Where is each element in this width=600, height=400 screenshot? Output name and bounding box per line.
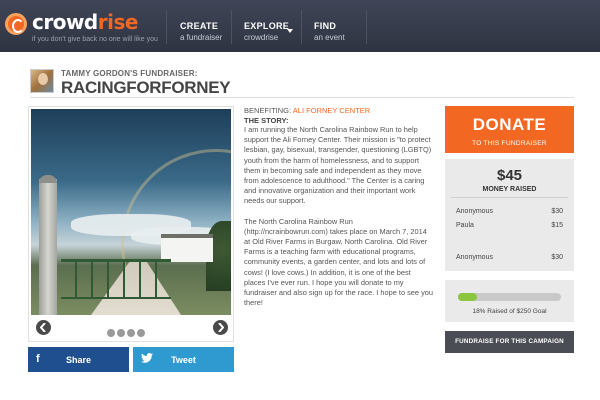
nav-divider	[231, 10, 232, 44]
logo-icon	[5, 13, 27, 35]
nav-explore-title: EXPLORE	[244, 21, 290, 31]
logo-tagline: if you don't give back no one will like …	[32, 36, 158, 43]
donor-name: Paula	[456, 222, 474, 229]
top-navigation-bar: crowdrise if you don't give back no one …	[0, 0, 600, 52]
nav-divider	[366, 10, 367, 44]
goal-progress-fill	[458, 293, 477, 301]
raised-label: MONEY RAISED	[482, 186, 537, 193]
title-divider	[30, 97, 574, 98]
donor-row: Anonymous $30	[456, 208, 563, 215]
slider-controls	[31, 316, 231, 341]
fundraiser-avatar[interactable]	[30, 69, 54, 93]
donor-name: Anonymous	[456, 208, 493, 215]
goal-progress-bar	[458, 293, 561, 301]
twitter-tweet-button[interactable]: Tweet	[133, 347, 234, 372]
slider-dot[interactable]	[137, 329, 145, 337]
fundraise-for-campaign-button[interactable]: FUNDRAISE FOR THIS CAMPAIGN	[445, 331, 574, 353]
photo-slider	[28, 106, 234, 342]
nav-divider	[166, 10, 167, 44]
story-heading: THE STORY:	[244, 116, 289, 125]
slider-dot[interactable]	[107, 329, 115, 337]
chevron-right-icon[interactable]	[213, 320, 228, 335]
donor-amount: $30	[551, 254, 563, 261]
donor-name: Anonymous	[456, 254, 493, 261]
logo-wordmark: crowdrise	[32, 10, 138, 34]
page-title: RACINGFORFORNEY	[61, 78, 231, 97]
nav-divider	[301, 10, 302, 44]
beneficiary-link[interactable]: ALI FORNEY CENTER	[293, 106, 370, 115]
fundraiser-owner-label: TAMMY GORDON'S FUNDRAISER:	[61, 69, 198, 78]
donor-row: Anonymous $30	[456, 254, 563, 261]
nav-create-fundraiser[interactable]: CREATE a fundraiser	[180, 0, 222, 52]
nav-create-subtitle: a fundraiser	[180, 33, 223, 42]
photo-barn	[161, 234, 213, 262]
story-paragraph: The North Carolina Rainbow Run (http://n…	[244, 216, 433, 308]
facebook-share-button[interactable]: f Share	[28, 347, 129, 372]
nav-explore-subtitle: crowdrise	[244, 33, 279, 42]
fundraiser-photo[interactable]	[31, 109, 231, 315]
facebook-share-label: Share	[65, 355, 91, 365]
dropdown-caret-icon	[287, 29, 293, 33]
donor-amount: $15	[551, 222, 563, 229]
story-body: I am running the North Carolina Rainbow …	[244, 125, 434, 318]
nav-find-subtitle: an event	[314, 33, 345, 42]
goal-progress-panel: 18% Raised of $250 Goal	[445, 280, 574, 322]
slider-dots	[107, 324, 147, 337]
beneficiary-label: BENEFITING:	[244, 106, 292, 115]
photo-gate	[61, 259, 171, 299]
donor-row: Paula $15	[456, 222, 563, 229]
donate-label: DONATE	[472, 115, 547, 134]
beneficiary-line: BENEFITING: ALI FORNEY CENTER	[244, 106, 370, 115]
photo-silo	[39, 175, 57, 315]
nav-find-title: FIND	[314, 21, 337, 31]
slider-dot[interactable]	[117, 329, 125, 337]
chevron-left-icon[interactable]	[36, 320, 51, 335]
slider-dot[interactable]	[127, 329, 135, 337]
nav-create-title: CREATE	[180, 21, 219, 31]
donate-button[interactable]: DONATE TO THIS FUNDRAISER	[445, 106, 574, 153]
nav-explore-crowdrise[interactable]: EXPLORE crowdrise	[244, 0, 293, 52]
money-raised-panel: $45 MONEY RAISED Anonymous $30 Paula $15…	[445, 159, 574, 271]
raised-divider	[451, 197, 568, 198]
story-paragraph: I am running the North Carolina Rainbow …	[244, 125, 432, 206]
nav-find-event[interactable]: FIND an event	[314, 0, 345, 52]
twitter-tweet-label: Tweet	[171, 355, 196, 365]
donor-amount: $30	[551, 208, 563, 215]
goal-progress-text: 18% Raised of $250 Goal	[472, 308, 547, 315]
donate-sublabel: TO THIS FUNDRAISER	[472, 140, 547, 147]
raised-amount: $45	[496, 167, 523, 184]
